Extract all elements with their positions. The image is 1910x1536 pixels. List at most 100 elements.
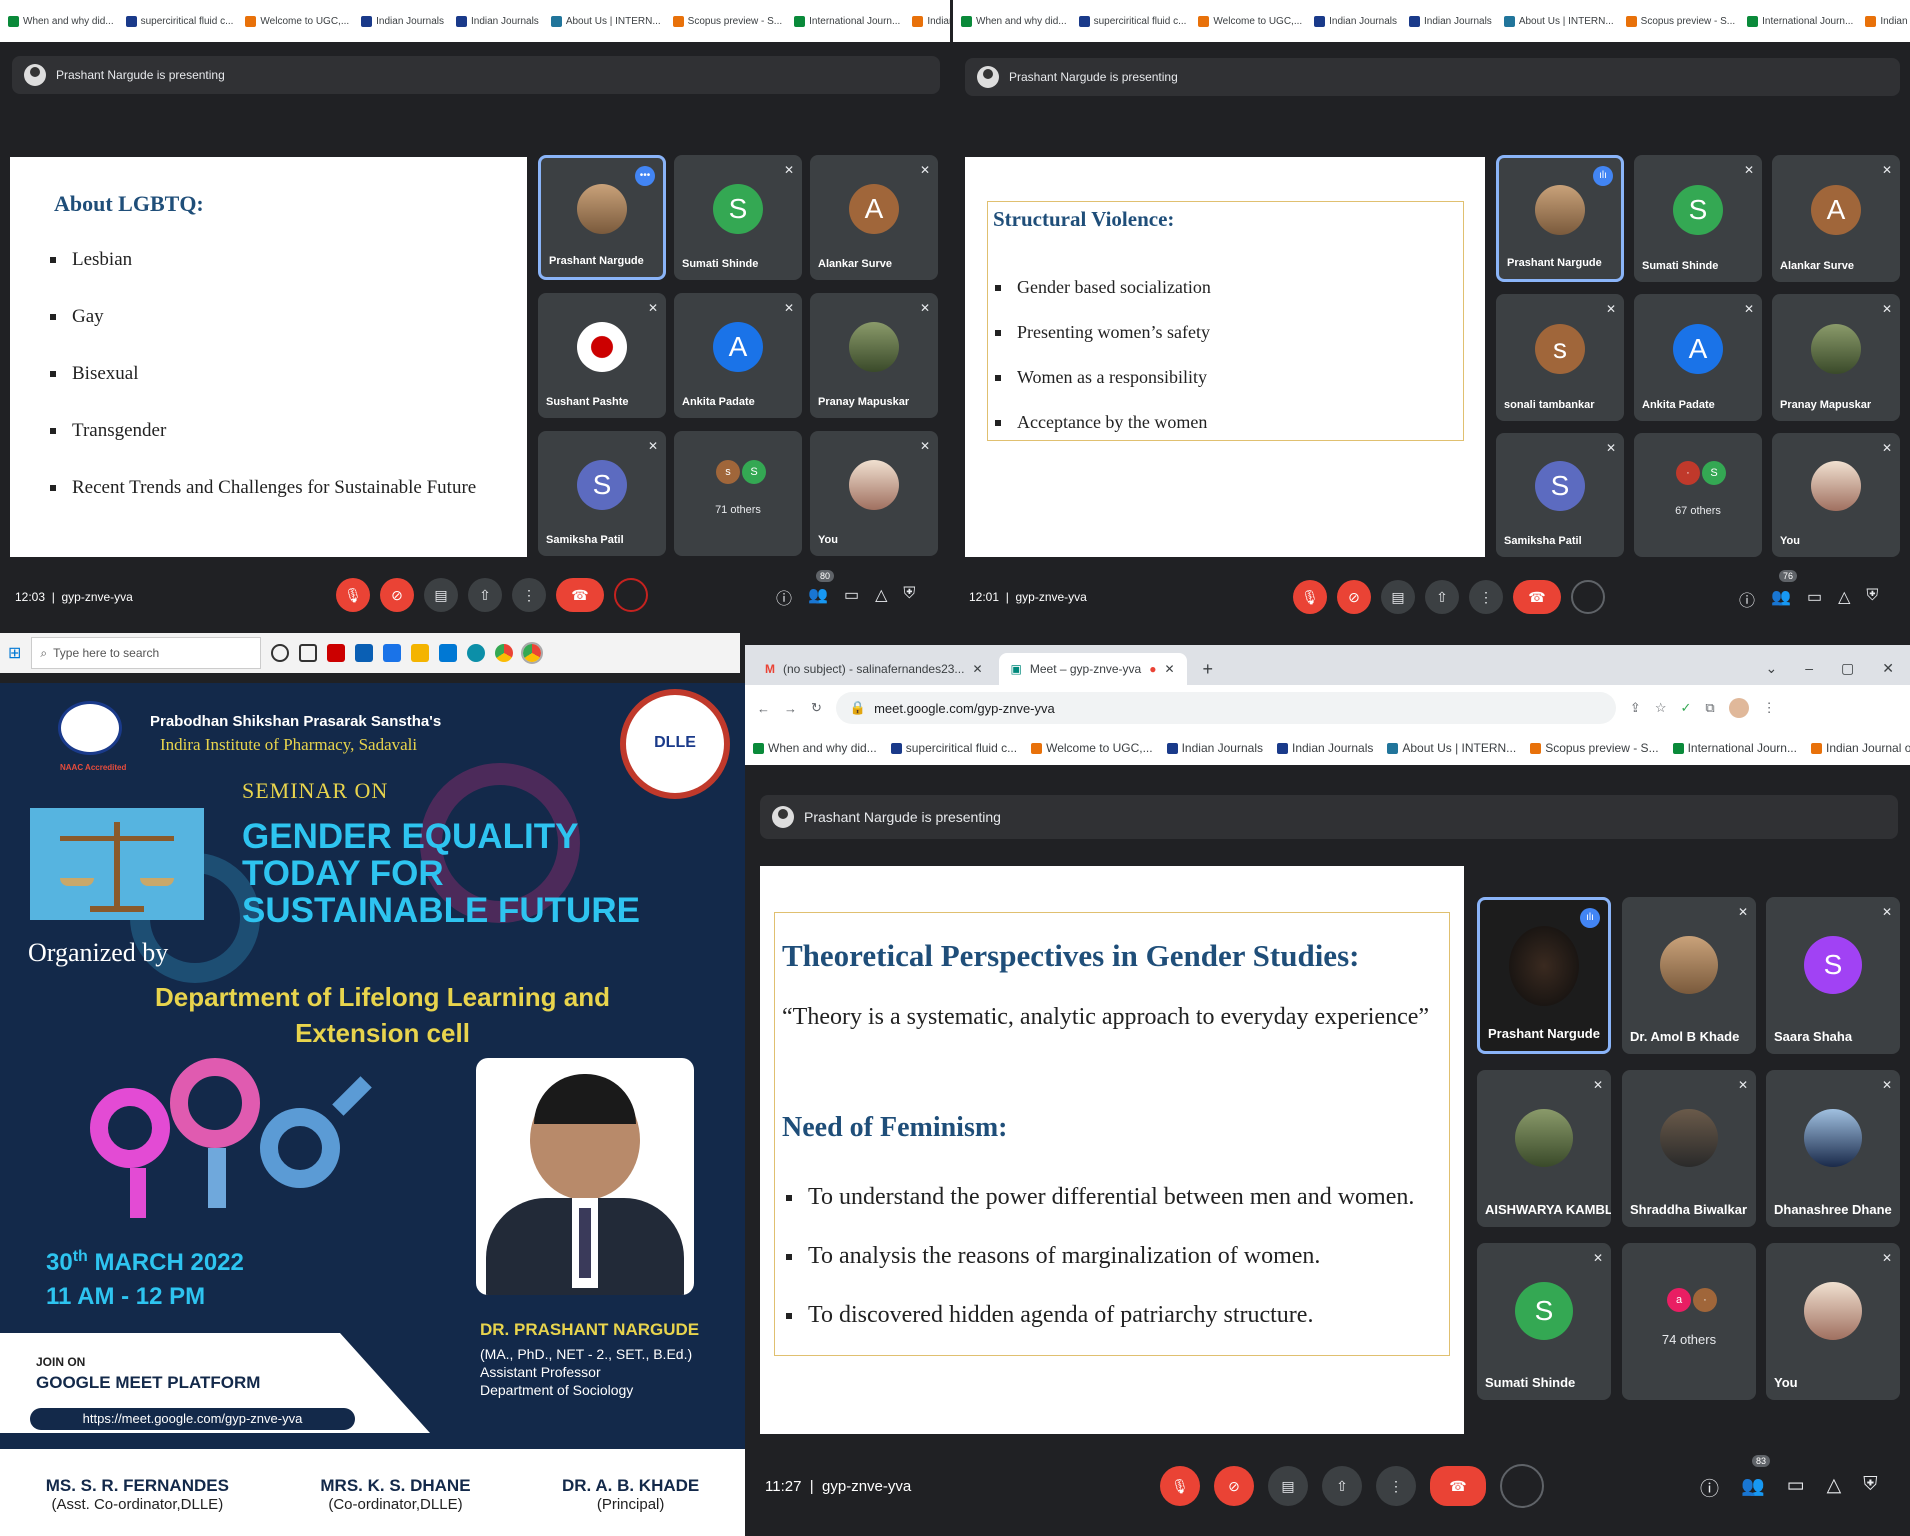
bookmark[interactable]: When and why did... — [753, 741, 877, 755]
captions-button[interactable]: ▤ — [1381, 580, 1415, 614]
raise-hand-button[interactable] — [1500, 1464, 1544, 1508]
more-options-button[interactable]: ⋮ — [1469, 580, 1503, 614]
info-icon[interactable]: ⓘ — [776, 585, 792, 609]
bookmark[interactable]: Scopus preview - S... — [1625, 15, 1735, 27]
bookmark[interactable]: Scopus preview - S... — [672, 15, 782, 27]
participant-tile[interactable]: ✕ Dr. Amol B Khade — [1622, 897, 1756, 1054]
participant-tile[interactable]: ✕ A Ankita Padate — [1634, 294, 1762, 421]
activities-icon[interactable]: △ — [875, 585, 887, 609]
bookmark[interactable]: About Us | INTERN... — [1503, 15, 1614, 27]
participant-tile[interactable]: ✕ S Samiksha Patil — [538, 431, 666, 556]
app-l-icon[interactable] — [383, 644, 402, 662]
participant-tile[interactable]: ılı Prashant Nargude — [1496, 155, 1624, 282]
camera-toggle-button[interactable]: ⊘ — [1214, 1466, 1254, 1506]
minimize-icon[interactable]: – — [1805, 660, 1813, 677]
reload-icon[interactable]: ↻ — [811, 700, 822, 716]
participant-tile[interactable]: ✕ s sonali tambankar — [1496, 294, 1624, 421]
mic-toggle-button[interactable]: 🎙 — [1293, 580, 1327, 614]
window-close-icon[interactable]: ✕ — [1882, 660, 1894, 677]
bookmark[interactable]: About Us | INTERN... — [550, 15, 661, 27]
meet-link[interactable]: https://meet.google.com/gyp-znve-yva — [30, 1408, 355, 1430]
participant-tile[interactable]: ✕ S Sumati Shinde — [1634, 155, 1762, 282]
activities-icon[interactable]: △ — [1838, 587, 1850, 611]
more-options-button[interactable]: ⋮ — [512, 578, 546, 612]
explorer-icon[interactable] — [411, 644, 430, 662]
present-button[interactable]: ⇧ — [1425, 580, 1459, 614]
tab-gmail[interactable]: M (no subject) - salinafernandes23... ✕ — [753, 653, 995, 685]
self-tile[interactable]: ✕ You — [1766, 1243, 1900, 1400]
bookmark[interactable]: When and why did... — [8, 15, 114, 27]
participant-tile[interactable]: ✕ Dhanashree Dhane — [1766, 1070, 1900, 1227]
chat-icon[interactable]: ▭ — [1807, 587, 1822, 611]
others-tile[interactable]: a · 74 others — [1622, 1243, 1756, 1400]
others-tile[interactable]: · S 67 others — [1634, 433, 1762, 557]
bookmark[interactable]: Indian Journals — [1276, 741, 1373, 755]
edge-icon[interactable] — [467, 644, 486, 662]
leave-call-button[interactable]: ☎ — [1430, 1466, 1486, 1506]
bookmark[interactable]: Welcome to UGC,... — [1198, 15, 1302, 27]
extension-icon[interactable]: ✓ — [1680, 700, 1691, 716]
self-tile[interactable]: ✕ You — [810, 431, 938, 556]
people-icon[interactable]: 👥 — [1771, 587, 1791, 611]
bookmark[interactable]: Scopus preview - S... — [1530, 741, 1659, 755]
others-tile[interactable]: s S 71 others — [674, 431, 802, 556]
mcafee-icon[interactable] — [327, 644, 346, 662]
bookmark[interactable]: superciritical fluid c... — [1078, 15, 1186, 27]
bookmark[interactable]: Indian Journals — [1314, 15, 1397, 27]
forward-icon[interactable]: → — [784, 701, 797, 716]
bookmark[interactable]: Welcome to UGC,... — [1031, 741, 1153, 755]
participant-tile[interactable]: ✕ Pranay Mapuskar — [810, 293, 938, 418]
task-view-icon[interactable] — [299, 644, 318, 662]
bookmark[interactable]: Welcome to UGC,... — [245, 15, 349, 27]
share-icon[interactable]: ⇪ — [1630, 700, 1641, 716]
bookmark[interactable]: Indian Journal of Ph... — [912, 15, 950, 27]
bookmark[interactable]: Indian Journals — [455, 15, 539, 27]
chat-icon[interactable]: ▭ — [844, 585, 859, 609]
bookmark[interactable]: International Journ... — [1672, 741, 1797, 755]
mail-icon[interactable] — [439, 644, 458, 662]
participant-tile[interactable]: ✕ Shraddha Biwalkar — [1622, 1070, 1756, 1227]
profile-avatar[interactable] — [1728, 698, 1749, 718]
tab-meet[interactable]: ▣ Meet – gyp-znve-yva ● ✕ — [998, 653, 1187, 685]
close-icon[interactable]: ✕ — [1164, 662, 1174, 676]
bookmark[interactable]: superciritical fluid c... — [125, 15, 233, 27]
lock-icon[interactable]: ⛨ — [1866, 587, 1878, 611]
bookmark[interactable]: Indian Journal of Ph... — [1865, 15, 1910, 27]
more-options-button[interactable]: ⋮ — [1376, 1466, 1416, 1506]
maximize-icon[interactable]: ▢ — [1841, 660, 1854, 677]
extensions-puzzle-icon[interactable]: ⧉ — [1705, 700, 1714, 716]
bookmark[interactable]: When and why did... — [961, 15, 1067, 27]
chrome-icon[interactable] — [495, 644, 514, 662]
tab-search-icon[interactable]: ⌄ — [1766, 660, 1778, 677]
participant-tile[interactable]: ✕ S Samiksha Patil — [1496, 433, 1624, 557]
mic-toggle-button[interactable]: 🎙 — [336, 578, 370, 612]
bookmark[interactable]: Indian Journals — [1408, 15, 1492, 27]
camera-toggle-button[interactable]: ⊘ — [380, 578, 414, 612]
cortana-icon[interactable] — [271, 644, 290, 662]
participant-tile[interactable]: ✕ Pranay Mapuskar — [1772, 294, 1900, 421]
participant-tile[interactable]: ✕ S Saara Shaha — [1766, 897, 1900, 1054]
raise-hand-button[interactable] — [614, 578, 648, 612]
back-icon[interactable]: ← — [757, 701, 770, 716]
leave-call-button[interactable]: ☎ — [556, 578, 604, 612]
captions-button[interactable]: ▤ — [1268, 1466, 1308, 1506]
windows-start-icon[interactable]: ⊞ — [8, 643, 21, 663]
menu-icon[interactable]: ⋮ — [1763, 700, 1776, 716]
people-icon[interactable]: 👥 — [808, 585, 828, 609]
people-icon[interactable]: 👥 — [1741, 1474, 1765, 1501]
new-tab-button[interactable]: + — [1191, 653, 1226, 685]
url-field[interactable]: 🔒 meet.google.com/gyp-znve-yva — [835, 692, 1616, 724]
chrome-icon-active[interactable] — [521, 642, 544, 664]
store-icon[interactable] — [355, 644, 374, 662]
chat-icon[interactable]: ▭ — [1787, 1474, 1805, 1501]
mic-toggle-button[interactable]: 🎙 — [1160, 1466, 1200, 1506]
bookmark[interactable]: Indian Journal of Ph... — [1810, 741, 1910, 755]
participant-tile[interactable]: ✕ A Alankar Surve — [1772, 155, 1900, 282]
bookmark[interactable]: Indian Journals — [361, 15, 444, 27]
present-button[interactable]: ⇧ — [468, 578, 502, 612]
lock-icon[interactable]: ⛨ — [903, 585, 915, 609]
participant-tile[interactable]: ✕ S Sumati Shinde — [1477, 1243, 1611, 1400]
lock-icon[interactable]: ⛨ — [1863, 1474, 1877, 1501]
participant-tile[interactable]: ✕ A Ankita Padate — [674, 293, 802, 418]
participant-tile[interactable]: ✕ A Alankar Surve — [810, 155, 938, 280]
